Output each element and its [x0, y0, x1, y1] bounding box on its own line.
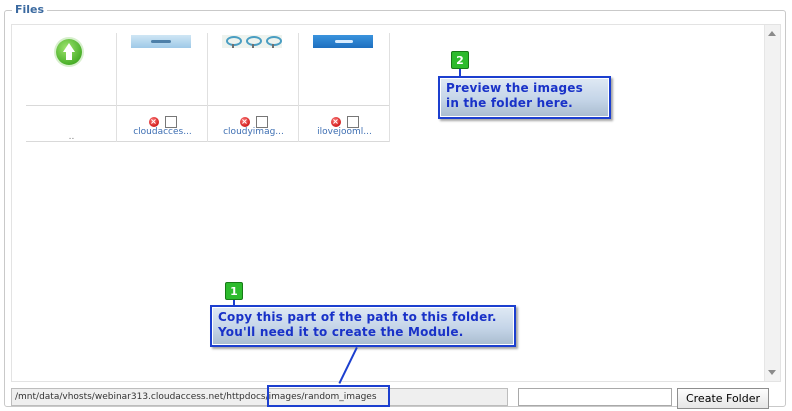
- file-thumb-area: [117, 33, 208, 106]
- select-checkbox[interactable]: [255, 115, 268, 128]
- file-item-2[interactable]: × cloudyimag...: [208, 33, 299, 142]
- cloud-icon: [266, 36, 282, 46]
- folder-path-field[interactable]: /mnt/data/vhosts/webinar313.cloudaccess.…: [11, 388, 508, 406]
- callout-preview: Preview the images in the folder here.: [438, 76, 611, 119]
- file-thumb-area: [208, 33, 299, 106]
- callout-badge-2: 2: [451, 51, 469, 69]
- folder-up-item[interactable]: ..: [26, 33, 117, 142]
- file-name[interactable]: ilovejooml...: [299, 127, 390, 137]
- folder-up-label[interactable]: ..: [26, 132, 117, 142]
- file-name[interactable]: cloudacces...: [117, 127, 208, 137]
- cloud-stem: [272, 44, 274, 48]
- callout-copy-path: Copy this part of the path to this folde…: [210, 305, 516, 347]
- file-item-1[interactable]: × cloudacces...: [117, 33, 208, 142]
- image-thumbnail[interactable]: [131, 35, 191, 48]
- file-item-3[interactable]: × ilovejooml...: [299, 33, 390, 142]
- cloud-stem: [232, 44, 234, 48]
- scroll-up-arrow-icon[interactable]: [768, 31, 776, 36]
- delete-icon[interactable]: ×: [330, 116, 341, 127]
- cloud-stem: [252, 44, 254, 48]
- new-folder-input[interactable]: [518, 388, 672, 406]
- path-highlight-box: [267, 385, 390, 407]
- select-checkbox[interactable]: [164, 115, 177, 128]
- vertical-scrollbar[interactable]: [764, 25, 780, 381]
- delete-icon[interactable]: ×: [148, 116, 159, 127]
- cloud-icon: [226, 36, 242, 46]
- file-thumb-area: [299, 33, 390, 106]
- cloud-icon: [246, 36, 262, 46]
- file-name[interactable]: cloudyimag...: [208, 127, 299, 137]
- scroll-down-arrow-icon[interactable]: [768, 370, 776, 375]
- delete-icon[interactable]: ×: [239, 116, 250, 127]
- callout-line: You'll need it to create the Module.: [218, 325, 464, 339]
- cell-divider: [389, 33, 390, 142]
- select-checkbox[interactable]: [346, 115, 359, 128]
- folder-up-icon[interactable]: [56, 39, 82, 65]
- image-thumbnail[interactable]: [222, 35, 282, 48]
- callout-line: Preview the images: [446, 81, 583, 95]
- file-grid: .. × cloudacces... × cloudyimag... × ilo…: [26, 33, 390, 142]
- image-thumbnail[interactable]: [313, 35, 373, 48]
- files-legend: Files: [12, 3, 48, 16]
- callout-line: Copy this part of the path to this folde…: [218, 310, 497, 324]
- callout-badge-1: 1: [225, 282, 243, 300]
- create-folder-button[interactable]: Create Folder: [677, 388, 769, 409]
- callout-line: in the folder here.: [446, 96, 573, 110]
